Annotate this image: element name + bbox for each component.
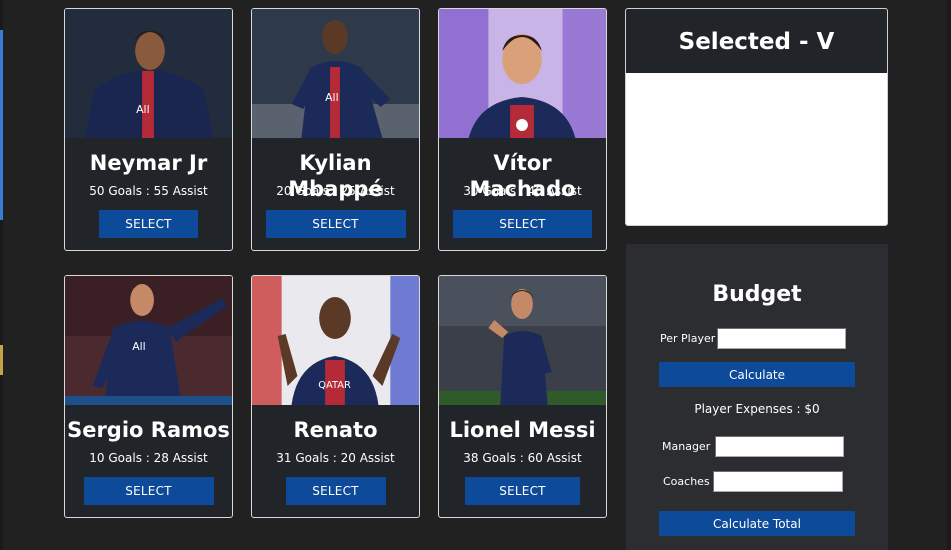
per-player-input[interactable] xyxy=(717,328,846,349)
player-card-messi: Lionel Messi 38 Goals : 60 Assist SELECT xyxy=(438,275,607,518)
select-button-ramos[interactable]: SELECT xyxy=(83,477,214,505)
player-expenses-text: Player Expenses : $0 xyxy=(694,402,820,416)
budget-panel: Budget Per Player : Calculate Player Exp… xyxy=(626,244,888,550)
player-card-mbappe: All Kylian Mbappé 20 Goals : 25 Assist S… xyxy=(251,8,420,251)
per-player-label: Per Player : xyxy=(660,332,723,345)
coaches-label: Coaches : xyxy=(663,475,717,488)
player-name: Lionel Messi xyxy=(449,418,596,442)
calculate-button[interactable]: Calculate xyxy=(659,362,855,387)
player-card-renato: QATAR Renato 31 Goals : 20 Assist SELECT xyxy=(251,275,420,518)
selected-title: Selected - V xyxy=(626,9,887,73)
svg-text:All: All xyxy=(132,340,145,353)
edge-accent-amber xyxy=(0,345,3,375)
player-name: Neymar Jr xyxy=(89,151,208,175)
player-stats: 38 Goals : 60 Assist xyxy=(463,451,582,465)
window-edge-right xyxy=(947,0,951,550)
player-name: Kylian Mbappé xyxy=(288,151,383,201)
player-stats: 20 Goals : 25 Assist xyxy=(276,184,395,198)
player-stats: 10 Goals : 28 Assist xyxy=(89,451,208,465)
player-card-neymar: All Neymar Jr 50 Goals : 55 Assist SELEC… xyxy=(64,8,233,251)
selected-players-panel: Selected - V xyxy=(625,8,888,226)
budget-title: Budget xyxy=(712,282,802,307)
manager-label: Manager : xyxy=(662,440,718,453)
window-edge-left xyxy=(0,0,3,550)
coaches-input[interactable] xyxy=(713,471,843,492)
player-name: Renato xyxy=(293,418,378,442)
player-stats: 30 Goals : 40 Assist xyxy=(463,184,582,198)
ramos-photo: All xyxy=(65,276,232,405)
svg-text:All: All xyxy=(136,103,149,116)
player-card-machado: Vítor Machado 30 Goals : 40 Assist SELEC… xyxy=(438,8,607,251)
player-stats: 31 Goals : 20 Assist xyxy=(276,451,395,465)
select-button-messi[interactable]: SELECT xyxy=(465,477,580,505)
manager-input[interactable] xyxy=(715,436,844,457)
calculate-total-button[interactable]: Calculate Total xyxy=(659,511,855,536)
select-button-machado[interactable]: SELECT xyxy=(453,210,592,238)
renato-photo: QATAR xyxy=(252,276,419,405)
player-card-ramos: All Sergio Ramos 10 Goals : 28 Assist SE… xyxy=(64,275,233,518)
neymar-photo: All xyxy=(65,9,232,138)
player-name: Sergio Ramos xyxy=(67,418,230,442)
svg-text:All: All xyxy=(325,91,338,104)
player-stats: 50 Goals : 55 Assist xyxy=(89,184,208,198)
edge-accent-blue xyxy=(0,30,3,220)
svg-text:QATAR: QATAR xyxy=(318,380,351,391)
select-button-neymar[interactable]: SELECT xyxy=(99,210,198,238)
messi-photo xyxy=(439,276,606,405)
select-button-renato[interactable]: SELECT xyxy=(285,477,386,505)
machado-photo xyxy=(439,9,606,138)
select-button-mbappe[interactable]: SELECT xyxy=(265,210,406,238)
mbappe-photo: All xyxy=(252,9,419,138)
player-name: Vítor Machado xyxy=(469,151,576,201)
